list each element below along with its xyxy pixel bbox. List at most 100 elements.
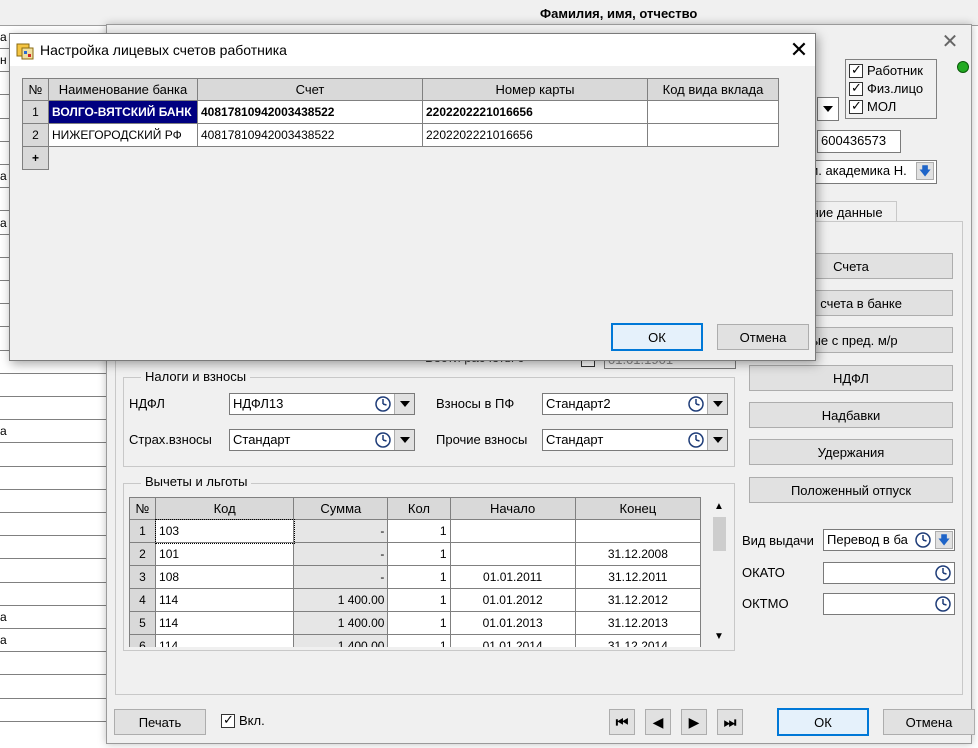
address-field[interactable]: и. академика Н. 🡇	[807, 160, 937, 184]
dropdown-button[interactable]	[394, 430, 414, 450]
clock-icon[interactable]	[687, 431, 705, 449]
clock-icon[interactable]	[374, 395, 392, 413]
list-item[interactable]	[0, 490, 106, 513]
vid-combo[interactable]: Перевод в ба 🡇	[823, 529, 955, 551]
oktmo-field[interactable]	[823, 593, 955, 615]
bank-cell[interactable]: НИЖЕГОРОДСКИЙ РФ	[48, 123, 198, 147]
other-combo[interactable]: Стандарт	[542, 429, 728, 451]
card-cell[interactable]: 2202202221016656	[422, 123, 648, 147]
table-row[interactable]: 6 114 1 400.00 1 01.01.2014 31.12.2014	[129, 634, 702, 647]
combo-dropdown[interactable]	[817, 97, 839, 121]
column-header[interactable]: Начало	[449, 497, 576, 520]
scroll-down-icon[interactable]: ▼	[714, 631, 724, 642]
qty-cell[interactable]: 1	[387, 588, 451, 612]
dropdown-button[interactable]	[707, 430, 727, 450]
column-header[interactable]: Кол	[387, 497, 451, 520]
checkbox-rabotnik[interactable]: ✓	[849, 62, 863, 78]
code-cell[interactable]: 114	[155, 611, 295, 635]
table-row[interactable]: 2 НИЖЕГОРОДСКИЙ РФ 40817810942003438522 220…	[22, 123, 779, 147]
side-button-4[interactable]: Надбавки	[749, 402, 953, 428]
code-cell[interactable]: 108	[155, 565, 295, 589]
phone-field[interactable]: 600436573	[817, 130, 901, 153]
arrow-down-icon[interactable]: 🡇	[935, 531, 953, 549]
dropdown-button[interactable]	[394, 394, 414, 414]
list-item[interactable]	[0, 652, 106, 676]
code-cell[interactable]: 114	[155, 634, 295, 647]
clock-icon[interactable]	[934, 595, 952, 613]
first-record-icon[interactable]: ⏮	[609, 709, 635, 735]
end-cell[interactable]	[574, 519, 702, 543]
next-record-icon[interactable]: ▶	[681, 709, 707, 735]
qty-cell[interactable]: 1	[387, 565, 451, 589]
account-cell[interactable]: 40817810942003438522	[197, 100, 423, 124]
print-button[interactable]: Печать	[114, 709, 206, 735]
clock-icon[interactable]	[934, 564, 952, 582]
start-cell[interactable]	[449, 542, 576, 566]
scroll-up-icon[interactable]: ▲	[714, 501, 724, 512]
end-cell[interactable]: 31.12.2012	[574, 588, 702, 612]
list-item[interactable]	[0, 444, 106, 467]
dialog-ok-button[interactable]: ОК	[611, 323, 703, 351]
column-header[interactable]: Код вида вклада	[647, 78, 779, 101]
list-item[interactable]: а	[0, 420, 106, 444]
start-cell[interactable]: 01.01.2014	[449, 634, 576, 647]
clock-icon[interactable]	[687, 395, 705, 413]
side-button-5[interactable]: Удержания	[749, 439, 953, 465]
list-item[interactable]	[0, 699, 106, 722]
qty-cell[interactable]: 1	[387, 542, 451, 566]
strah-combo[interactable]: Стандарт	[229, 429, 415, 451]
table-row[interactable]: 1 ВОЛГО-ВЯТСКИЙ БАНК 40817810942003438522 2…	[22, 100, 779, 124]
list-item[interactable]	[0, 536, 106, 560]
checkbox-mol[interactable]: ✓	[849, 98, 863, 114]
ok-button[interactable]: ОК	[777, 708, 869, 736]
list-item[interactable]	[0, 467, 106, 490]
column-header[interactable]: Счет	[197, 78, 423, 101]
start-cell[interactable]	[449, 519, 576, 543]
list-item[interactable]: а	[0, 606, 106, 629]
list-item[interactable]	[0, 560, 106, 583]
add-row-button[interactable]: +	[22, 146, 49, 170]
dialog-cancel-button[interactable]: Отмена	[717, 324, 809, 350]
scroll-thumb[interactable]	[713, 517, 726, 551]
end-cell[interactable]: 31.12.2008	[574, 542, 702, 566]
start-cell[interactable]: 01.01.2012	[449, 588, 576, 612]
bank-cell[interactable]: ВОЛГО-ВЯТСКИЙ БАНК	[48, 100, 198, 124]
sum-cell[interactable]: -	[293, 542, 389, 566]
okato-field[interactable]	[823, 562, 955, 584]
list-item[interactable]	[0, 676, 106, 699]
dropdown-button[interactable]	[707, 394, 727, 414]
column-header[interactable]: Сумма	[293, 497, 389, 520]
list-item[interactable]	[0, 583, 106, 606]
deposit-code-cell[interactable]	[647, 123, 779, 147]
code-cell[interactable]: 114	[155, 588, 295, 612]
add-row[interactable]: +	[22, 146, 779, 170]
deposit-code-cell[interactable]	[647, 100, 779, 124]
sum-cell[interactable]: -	[293, 565, 389, 589]
start-cell[interactable]: 01.01.2013	[449, 611, 576, 635]
qty-cell[interactable]: 1	[387, 519, 451, 543]
sum-cell[interactable]: 1 400.00	[293, 588, 389, 612]
pf-combo[interactable]: Стандарт2	[542, 393, 728, 415]
column-header[interactable]: Номер карты	[422, 78, 648, 101]
ndfl-combo[interactable]: НДФЛ13	[229, 393, 415, 415]
tab-personal-data[interactable]: чие данные	[807, 201, 897, 223]
column-header[interactable]: Код	[155, 497, 295, 520]
close-icon[interactable]: ✕	[786, 37, 812, 63]
deductions-scrollbar[interactable]: ▲ ▼	[711, 497, 728, 647]
account-cell[interactable]: 40817810942003438522	[197, 123, 423, 147]
table-row[interactable]: 1 103-1	[129, 518, 702, 544]
side-button-6[interactable]: Положенный отпуск	[749, 477, 953, 503]
qty-cell[interactable]: 1	[387, 611, 451, 635]
sum-cell[interactable]: 1 400.00	[293, 611, 389, 635]
checkbox-fizlico[interactable]: ✓	[849, 80, 863, 96]
arrow-down-icon[interactable]: 🡇	[916, 162, 934, 180]
vkl-checkbox[interactable]: ✓	[221, 712, 235, 728]
table-row[interactable]: 3 108-1 01.01.2011 31.12.2011	[129, 565, 702, 589]
column-header[interactable]: Наименование банка	[48, 78, 198, 101]
code-cell[interactable]: 103	[154, 518, 295, 544]
table-row[interactable]: 4 114 1 400.00 1 01.01.2012 31.12.2012	[129, 588, 702, 612]
column-header[interactable]: Конец	[574, 497, 702, 520]
column-header[interactable]: №	[22, 78, 49, 101]
last-record-icon[interactable]: ⏭	[717, 709, 743, 735]
table-row[interactable]: 2 101-1 31.12.2008	[129, 542, 702, 566]
